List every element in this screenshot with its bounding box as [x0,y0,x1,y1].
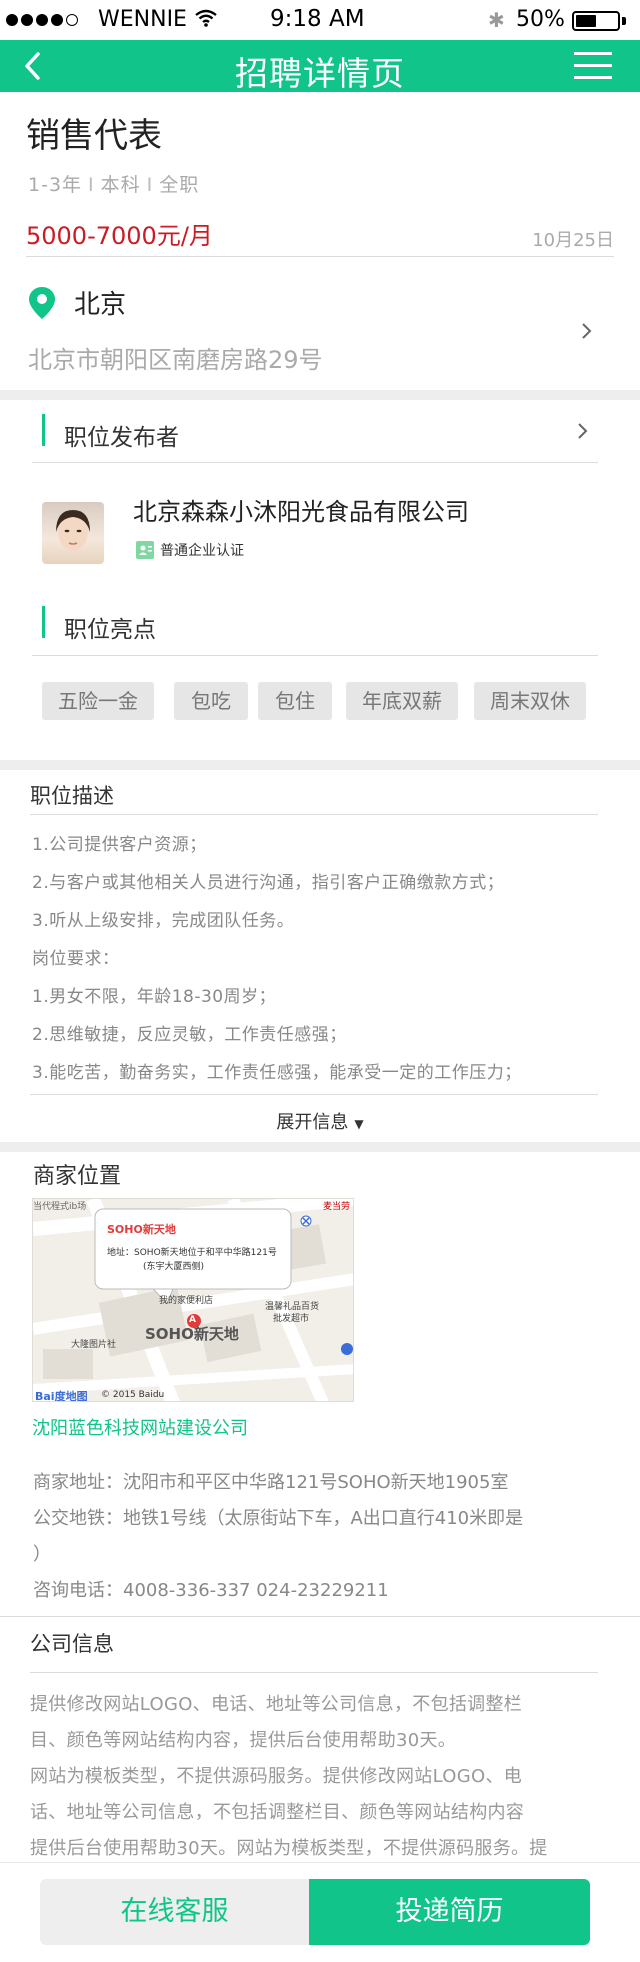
company-info-line: 目、颜色等网站结构内容，提供后台使用帮助30天。 [30,1730,457,1751]
verification-label: 普通企业认证 [160,543,244,559]
highlight-tag: 年底双薪 [346,682,458,720]
page-title: 招聘详情页 [235,54,405,93]
description-line: 2.与客户或其他相关人员进行沟通，指引客户正确缴款方式； [32,873,505,893]
company-link[interactable]: 沈阳蓝色科技网站建设公司 [32,1414,248,1440]
meta-separator: I [88,174,95,196]
chevron-right-icon [582,323,592,339]
meta-separator: I [146,174,154,196]
map-poi: 我的家便利店 [159,1296,214,1306]
job-address: 北京市朝阳区南磨房路29号 [28,346,323,374]
location-pin-icon [29,286,55,319]
job-requirements-summary: 1-3年 I 本科 I 全职 [28,170,199,197]
city: 北京 [74,290,127,320]
company-info-line: 话、地址等公司信息，不包括调整栏目、颜色等网站结构内容 [30,1802,525,1823]
battery-level [576,15,596,27]
education: 本科 [100,174,141,196]
description-line: 2.思维敏捷，反应灵敏，工作责任感强； [32,1025,347,1045]
divider [30,1094,598,1095]
hamburger-menu-icon[interactable] [574,50,614,82]
divider [30,1672,598,1673]
address-line: 商家地址：沈阳市和平区中华路121号SOHO新天地1905室 [33,1472,509,1493]
description-line: 3.能吃苦，勤奋务实，工作责任感强，能承受一定的工作压力； [32,1063,522,1083]
map-poi: 麦当劳 [323,1202,351,1212]
online-service-button[interactable]: 在线客服 [40,1879,309,1945]
map-poi: 大隆图片社 [71,1340,117,1350]
signal-strength-icon [6,14,78,26]
company-name[interactable]: 北京森森小沐阳光食品有限公司 [133,492,469,527]
map-copyright: © 2015 Baidu [101,1390,165,1400]
map-landmark: SOHO新天地 [145,1325,239,1343]
highlights-heading: 职位亮点 [64,617,156,643]
description-line: 1.男女不限，年龄18-30周岁； [32,987,277,1007]
expand-button[interactable]: 展开信息 ▼ [0,1108,640,1134]
transit-line: ） [33,1544,51,1565]
highlight-tag: 周末双休 [474,682,586,720]
certification-icon [136,541,154,559]
divider [32,655,598,656]
bluetooth-icon: ✱ [488,8,505,32]
divider [26,256,614,257]
job-title: 销售代表 [26,116,162,156]
employment-type: 全职 [159,174,200,196]
map-popup-address-2: (东宇大厦西侧) [143,1262,205,1272]
experience: 1-3年 [28,174,83,196]
divider [0,1616,640,1617]
section-gap [0,760,640,770]
divider [32,462,598,463]
top-nav-bar: 招聘详情页 [0,40,640,93]
verification-badge: 普通企业认证 [136,540,244,560]
company-info-line: 网站为模板类型，不提供源码服务。提供修改网站LOGO、电 [30,1766,523,1787]
description-line: 3.听从上级安排，完成团队任务。 [32,911,295,931]
map-poi: 当代程式ib场 [33,1202,87,1212]
location-heading: 商家位置 [33,1164,122,1189]
section-marker [42,414,45,446]
company-info-heading: 公司信息 [30,1632,114,1656]
description-heading: 职位描述 [30,784,114,808]
avatar-portrait-image [56,510,90,551]
chevron-right-icon[interactable] [576,422,590,440]
publisher-heading[interactable]: 职位发布者 [64,418,179,452]
status-bar: WENNIE 9:18 AM ✱ 50% [0,0,640,40]
battery-icon [572,11,620,31]
map-poi: 批发超市 [273,1314,310,1324]
description-line: 1.公司提供客户资源； [32,835,207,855]
map-view[interactable]: 当代程式ib场 麦当劳 SOHO新天地 地址：SOHO新天地位于和平中华路121… [32,1198,354,1402]
carrier-name: WENNIE [98,7,187,32]
section-marker [42,606,45,638]
section-gap [0,390,640,400]
highlight-tag: 包住 [258,682,332,720]
company-info-line: 提供后台使用帮助30天。网站为模板类型，不提供源码服务。提 [30,1838,548,1859]
bottom-action-bar: 在线客服 投递简历 [0,1862,640,1962]
wifi-icon [195,9,217,27]
divider [30,814,598,815]
map-popup-address: 地址：SOHO新天地位于和平中华路121号 [107,1248,277,1258]
baidu-logo: Bai度地图 [35,1390,88,1402]
expand-label: 展开信息 [276,1112,349,1133]
city-row: 北京 [28,284,126,321]
transit-line: 公交地铁：地铁1号线（太原街站下车，A出口直行410米即是 [33,1508,524,1529]
description-line: 岗位要求： [32,949,120,969]
clock: 9:18 AM [270,6,365,32]
battery-cap [622,17,626,25]
section-gap [0,1142,640,1152]
highlight-tag: 五险一金 [42,682,154,720]
map-popup-title: SOHO新天地 [107,1223,176,1236]
company-info-line: 提供修改网站LOGO、电话、地址等公司信息，不包括调整栏 [30,1694,523,1715]
highlight-tag: 包吃 [174,682,248,720]
salary: 5000-7000元/月 [26,222,213,250]
submit-resume-button[interactable]: 投递简历 [309,1879,590,1945]
phone-line[interactable]: 咨询电话：4008-336-337 024-23229211 [33,1576,389,1602]
post-date: 10月25日 [532,230,614,251]
caret-down-icon: ▼ [354,1117,364,1131]
company-avatar [42,502,104,564]
battery-percentage: 50% [516,7,565,32]
